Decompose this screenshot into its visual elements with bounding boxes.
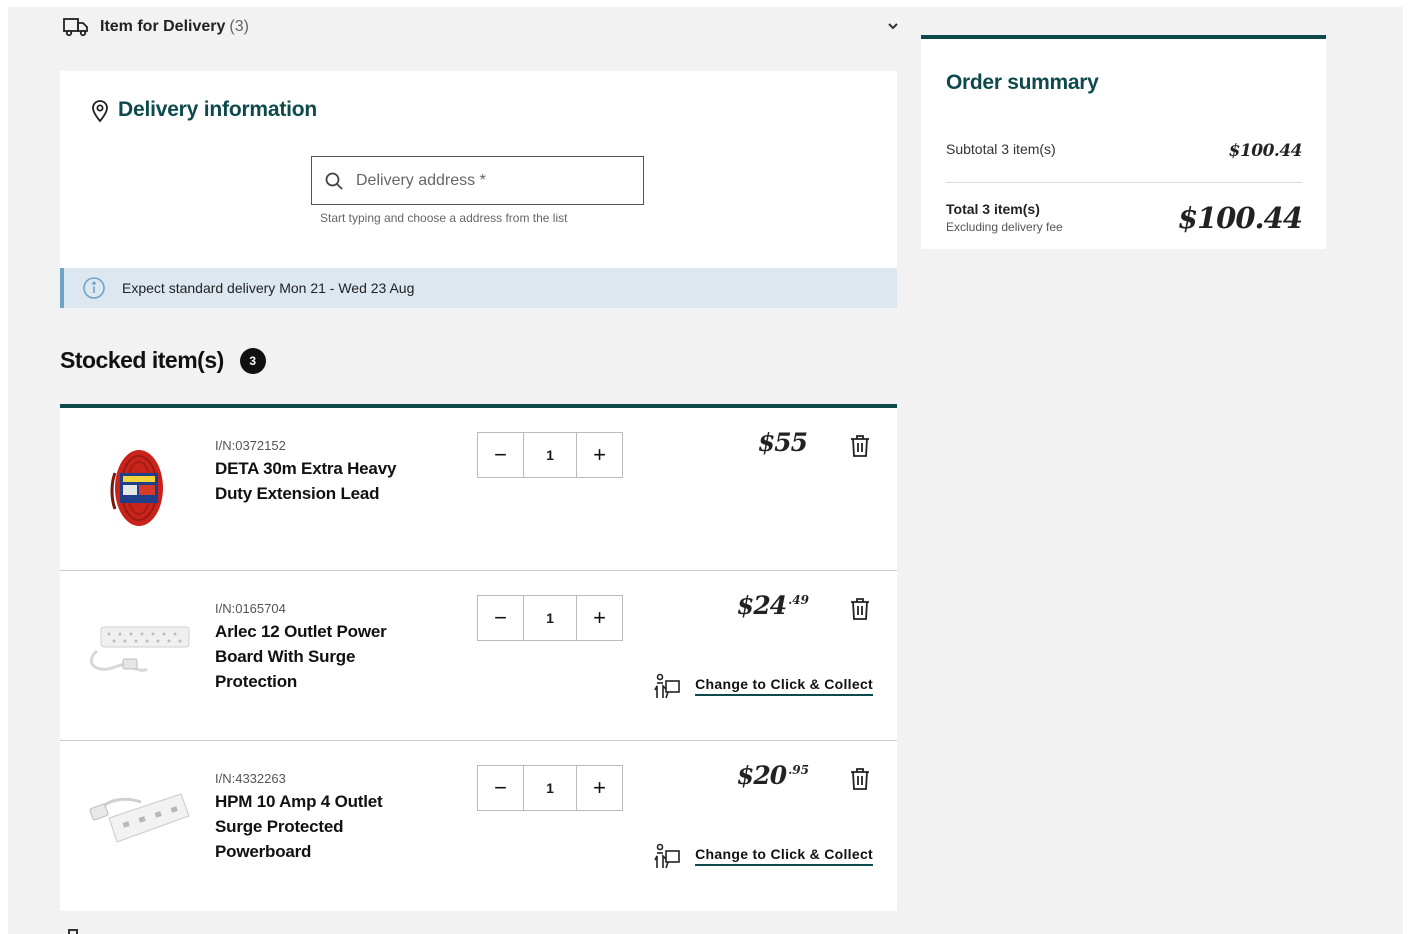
order-summary-title: Order summary	[946, 71, 1099, 94]
summary-divider	[946, 182, 1302, 183]
subtotal-value: $100.44	[1228, 141, 1303, 161]
delivery-info-title: Delivery information	[118, 98, 318, 121]
subtotal-label: Subtotal 3 item(s)	[946, 141, 1056, 157]
stocked-items-title: Stocked item(s)	[60, 347, 224, 373]
quantity-decrease-button[interactable]: −	[478, 766, 523, 810]
price-cents: .95	[788, 763, 809, 777]
price-dollars: $55	[757, 428, 808, 457]
product-sku: I/N:4332263	[215, 771, 286, 786]
quantity-stepper: − 1 +	[477, 432, 623, 478]
product-image-extension-lead[interactable]	[84, 436, 194, 536]
click-collect-icon	[654, 673, 680, 699]
price-dollars: $20	[736, 761, 787, 790]
click-collect-icon	[654, 843, 680, 869]
subtotal-row: Subtotal 3 item(s) $100.44	[946, 141, 1303, 161]
next-section-icon	[68, 929, 78, 934]
product-sku: I/N:0372152	[215, 438, 286, 453]
cart-item: I/N:0165704 Arlec 12 Outlet Power Board …	[60, 571, 897, 741]
total-value: $100.44	[1177, 201, 1303, 235]
delivery-estimate-banner: Expect standard delivery Mon 21 - Wed 23…	[60, 268, 897, 308]
price-dollars: $24	[736, 591, 787, 620]
change-to-click-collect-link[interactable]: Change to Click & Collect	[695, 846, 873, 866]
address-helper-text: Start typing and choose a address from t…	[320, 211, 568, 225]
delivery-section-header[interactable]: Item for Delivery (3)	[62, 15, 900, 39]
delete-item-icon[interactable]	[849, 597, 871, 621]
cart-items-list: I/N:0372152 DETA 30m Extra Heavy Duty Ex…	[60, 404, 897, 911]
quantity-value[interactable]: 1	[523, 766, 577, 810]
delivery-info-heading: Delivery information	[90, 97, 317, 123]
quantity-value[interactable]: 1	[523, 433, 577, 477]
product-price: $20.95	[737, 761, 809, 790]
product-name[interactable]: DETA 30m Extra Heavy Duty Extension Lead	[215, 456, 415, 506]
quantity-value[interactable]: 1	[523, 596, 577, 640]
product-image-powerboard[interactable]	[84, 769, 194, 869]
delete-item-icon[interactable]	[849, 767, 871, 791]
product-price: $24.49	[737, 591, 809, 620]
delivery-section-title: Item for Delivery	[100, 18, 226, 35]
product-image-power-board[interactable]	[84, 599, 194, 699]
product-sku: I/N:0165704	[215, 601, 286, 616]
stocked-items-count-badge: 3	[239, 347, 266, 374]
quantity-increase-button[interactable]: +	[577, 596, 622, 640]
cart-item: I/N:0372152 DETA 30m Extra Heavy Duty Ex…	[60, 408, 897, 571]
product-name[interactable]: Arlec 12 Outlet Power Board With Surge P…	[215, 619, 415, 694]
quantity-increase-button[interactable]: +	[577, 433, 622, 477]
delivery-section-count: (3)	[229, 18, 249, 35]
quantity-increase-button[interactable]: +	[577, 766, 622, 810]
click-collect-option: Change to Click & Collect	[653, 842, 873, 870]
price-cents: .49	[788, 593, 809, 607]
quantity-decrease-button[interactable]: −	[478, 433, 523, 477]
location-pin-icon	[92, 100, 108, 123]
delivery-truck-icon	[63, 18, 88, 37]
delivery-info-card: Delivery information Start typing and ch…	[60, 71, 897, 308]
quantity-stepper: − 1 +	[477, 595, 623, 641]
cart-item: I/N:4332263 HPM 10 Amp 4 Outlet Surge Pr…	[60, 741, 897, 911]
quantity-decrease-button[interactable]: −	[478, 596, 523, 640]
checkout-page: Item for Delivery (3) Delivery informati…	[8, 7, 1403, 934]
total-row: Total 3 item(s) Excluding delivery fee $…	[946, 201, 1303, 235]
product-price: $55	[758, 428, 809, 457]
delivery-address-field[interactable]	[311, 156, 644, 205]
change-to-click-collect-link[interactable]: Change to Click & Collect	[695, 676, 873, 696]
delivery-estimate-text: Expect standard delivery Mon 21 - Wed 23…	[122, 280, 415, 296]
chevron-down-icon[interactable]	[886, 19, 900, 33]
click-collect-option: Change to Click & Collect	[653, 672, 873, 700]
delete-item-icon[interactable]	[849, 434, 871, 458]
stocked-items-heading: Stocked item(s) 3	[60, 347, 266, 374]
search-icon	[325, 172, 343, 190]
quantity-stepper: − 1 +	[477, 765, 623, 811]
info-icon	[83, 277, 105, 299]
product-name[interactable]: HPM 10 Amp 4 Outlet Surge Protected Powe…	[215, 789, 415, 864]
order-summary-panel: Order summary Subtotal 3 item(s) $100.44…	[921, 35, 1326, 249]
delivery-address-input[interactable]	[356, 171, 616, 190]
